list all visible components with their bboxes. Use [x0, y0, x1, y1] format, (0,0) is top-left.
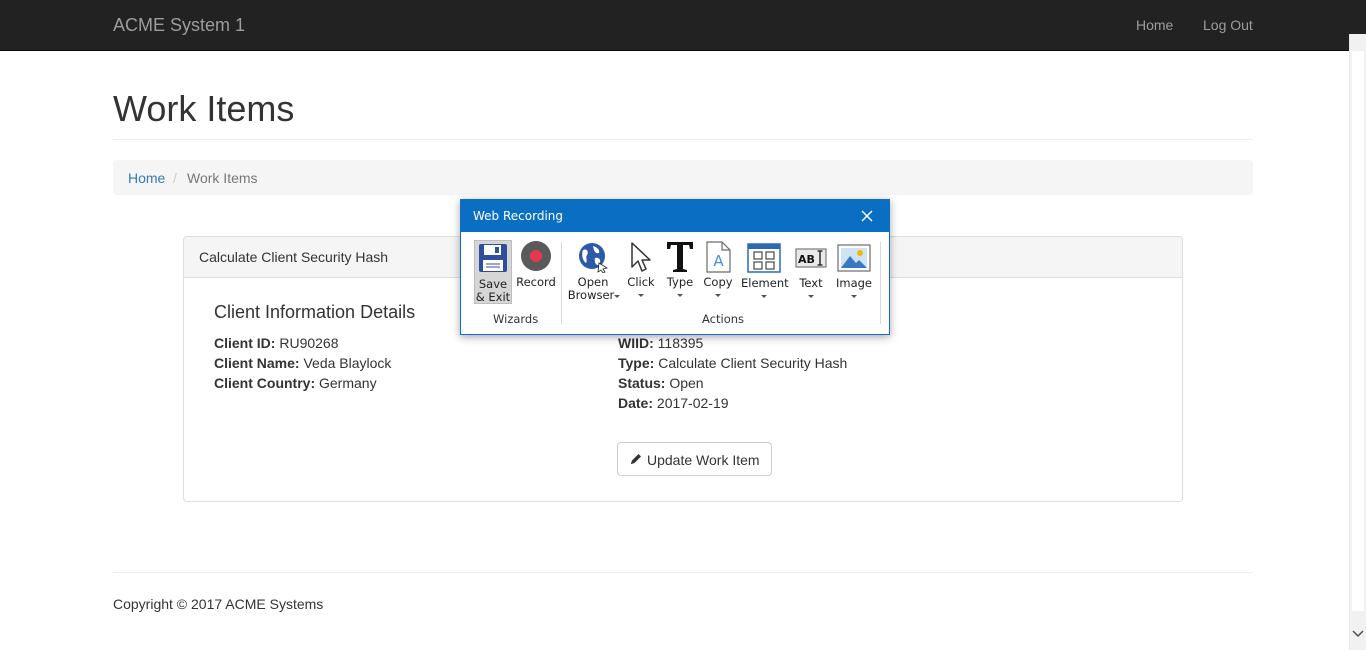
- element-label: Element: [741, 276, 789, 290]
- field-label: Client Name:: [214, 355, 300, 371]
- nav-home-link[interactable]: Home: [1136, 17, 1173, 33]
- copy-icon: A: [706, 241, 731, 273]
- text-button[interactable]: AB Text: [792, 240, 830, 302]
- title-divider: [113, 139, 1253, 140]
- floppy-disk-icon: [479, 244, 507, 272]
- field-label: Type:: [618, 355, 655, 371]
- copy-button[interactable]: A Copy: [700, 240, 736, 302]
- type-label: Type: [666, 275, 694, 289]
- client-country-field: Client Country: Germany: [214, 375, 377, 391]
- section-title: Client Information Details: [214, 302, 416, 322]
- dialog-title-bar[interactable]: Web Recording: [461, 200, 889, 232]
- field-label: WIID:: [618, 335, 654, 351]
- record-button[interactable]: Record: [515, 240, 557, 292]
- field-value: Open: [669, 375, 704, 391]
- field-value: 118395: [657, 335, 704, 351]
- breadcrumb: Home / Work Items: [113, 160, 1253, 195]
- panel-title: Calculate Client Security Hash: [199, 249, 389, 265]
- image-label: Image: [835, 276, 873, 290]
- wiid-field: WIID: 118395: [618, 335, 703, 351]
- scrollbar-thumb[interactable]: [1352, 51, 1364, 611]
- field-label: Status:: [618, 375, 666, 391]
- save-exit-button[interactable]: Save & Exit: [474, 240, 512, 304]
- element-button[interactable]: Element: [741, 240, 789, 302]
- date-field: Date: 2017-02-19: [618, 395, 729, 411]
- open-browser-button[interactable]: Open Browser: [567, 240, 620, 302]
- actions-group-label: Actions: [702, 312, 745, 326]
- top-navbar: ACME System 1 Home Log Out: [0, 0, 1366, 51]
- mouse-cursor-icon: [631, 242, 651, 272]
- field-label: Date:: [618, 395, 654, 411]
- dialog-title: Web Recording: [473, 209, 563, 223]
- element-dropdown-caret: [761, 295, 767, 298]
- field-label: Client ID:: [214, 335, 276, 351]
- nav-logout-link[interactable]: Log Out: [1203, 17, 1253, 33]
- globe-icon: [579, 243, 609, 273]
- copy-label: Copy: [703, 275, 733, 289]
- image-icon: [837, 244, 871, 272]
- svg-text:A: A: [713, 252, 724, 270]
- image-button[interactable]: Image: [834, 240, 874, 302]
- field-label: Client Country:: [214, 375, 316, 391]
- type-dropdown-caret: [677, 294, 683, 297]
- element-icon: [747, 243, 781, 273]
- ribbon-group-divider: [880, 242, 881, 324]
- type-icon: [667, 242, 693, 272]
- page-title: Work Items: [113, 88, 295, 129]
- click-label: Click: [627, 275, 655, 289]
- click-button[interactable]: Click: [623, 240, 659, 302]
- breadcrumb-current: Work Items: [187, 170, 258, 186]
- update-work-item-button[interactable]: Update Work Item: [617, 442, 772, 476]
- open-label-line2: Browser: [567, 288, 615, 302]
- vertical-scrollbar[interactable]: [1349, 34, 1366, 650]
- status-field: Status: Open: [618, 375, 704, 391]
- save-label-line2: & Exit: [475, 290, 511, 304]
- footer-copyright: Copyright © 2017 ACME Systems: [113, 596, 324, 612]
- copy-dropdown-caret: [715, 294, 721, 297]
- client-name-field: Client Name: Veda Blaylock: [214, 355, 391, 371]
- svg-text:AB: AB: [798, 253, 815, 266]
- web-recording-dialog: Web Recording Save & Exit Record Wizards: [460, 199, 890, 335]
- close-icon[interactable]: [859, 208, 875, 224]
- text-dropdown-caret: [808, 295, 814, 298]
- breadcrumb-separator: /: [173, 170, 177, 186]
- pencil-icon: [631, 454, 641, 464]
- record-label: Record: [516, 275, 556, 289]
- text-field-icon: AB: [795, 248, 827, 268]
- image-dropdown-caret: [851, 295, 857, 298]
- update-button-label: Update Work Item: [647, 452, 760, 468]
- scroll-down-arrow-icon[interactable]: [1350, 625, 1366, 642]
- field-value: RU90268: [279, 335, 339, 351]
- field-value: 2017-02-19: [656, 395, 729, 411]
- client-id-field: Client ID: RU90268: [214, 335, 339, 351]
- type-button[interactable]: Type: [662, 240, 698, 302]
- wizards-group-label: Wizards: [493, 312, 539, 326]
- text-label: Text: [799, 276, 823, 290]
- brand-logo[interactable]: ACME System 1: [113, 15, 245, 35]
- open-browser-dropdown-caret: [614, 295, 620, 298]
- field-value: Veda Blaylock: [303, 355, 392, 371]
- type-field: Type: Calculate Client Security Hash: [618, 355, 847, 371]
- click-dropdown-caret: [638, 294, 644, 297]
- field-value: Calculate Client Security Hash: [658, 355, 848, 371]
- record-icon: [521, 241, 551, 271]
- footer-divider: [113, 572, 1253, 573]
- ribbon-group-divider: [561, 242, 562, 324]
- field-value: Germany: [319, 375, 377, 391]
- breadcrumb-home-link[interactable]: Home: [128, 170, 165, 186]
